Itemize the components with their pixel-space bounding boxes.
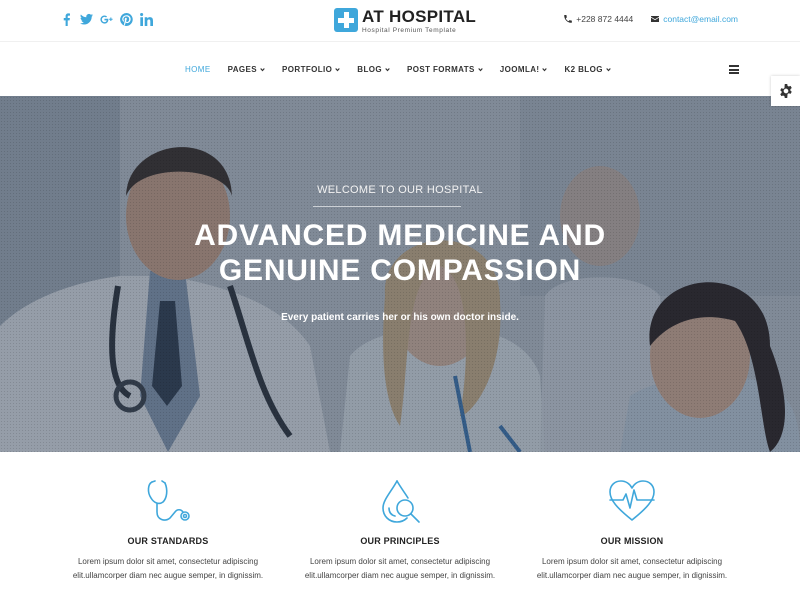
feature-text-line: Lorem ipsum dolor sit amet, consectetur …	[309, 557, 491, 566]
nav-label: POST FORMATS	[407, 65, 475, 74]
social-links	[60, 11, 153, 27]
main-nav: HOME PAGES PORTFOLIO BLOG POST FORMATS J…	[185, 65, 611, 74]
email-item[interactable]: contact@email.com	[651, 14, 738, 24]
feature-text-line: Lorem ipsum dolor sit amet, consectetur …	[77, 557, 259, 566]
nav-label: K2 BLOG	[564, 65, 603, 74]
hamburger-menu-icon[interactable]	[729, 65, 739, 74]
chevron-down-icon	[478, 67, 483, 72]
google-plus-icon[interactable]	[100, 11, 113, 27]
nav-item-pages[interactable]: PAGES	[228, 65, 265, 74]
feature-text-line: elit.ullamcorper diam nec augue semper, …	[72, 571, 264, 580]
hero-subtitle: Every patient carries her or his own doc…	[281, 312, 519, 323]
phone-number: +228 872 4444	[576, 14, 634, 24]
features-section: OUR STANDARDS Lorem ipsum dolor sit amet…	[0, 452, 800, 600]
stethoscope-icon	[143, 478, 193, 526]
feature-text: Lorem ipsum dolor sit amet, consectetur …	[280, 555, 520, 583]
envelope-icon	[651, 16, 660, 22]
nav-label: PAGES	[227, 65, 258, 74]
hero-kicker: WELCOME TO OUR HOSPITAL	[317, 184, 483, 196]
nav-label: JOOMLA!	[499, 65, 540, 74]
feature-principles: OUR PRINCIPLES Lorem ipsum dolor sit ame…	[280, 478, 520, 583]
linkedin-icon[interactable]	[140, 11, 153, 27]
nav-label: PORTFOLIO	[282, 65, 333, 74]
feature-text: Lorem ipsum dolor sit amet, consectetur …	[512, 555, 752, 583]
phone-icon	[564, 15, 573, 23]
chevron-down-icon	[542, 67, 548, 72]
logo-subtitle: Hospital Premium Template	[362, 27, 457, 34]
hero-title: ADVANCED MEDICINE AND GENUINE COMPASSION	[0, 218, 800, 288]
nav-label: BLOG	[357, 65, 383, 74]
hero-banner: WELCOME TO OUR HOSPITAL ADVANCED MEDICIN…	[0, 96, 800, 452]
main-navbar: HOME PAGES PORTFOLIO BLOG POST FORMATS J…	[0, 41, 800, 96]
logo-title: AT HOSPITAL	[362, 7, 477, 26]
contact-info: +228 872 4444 contact@email.com	[564, 14, 738, 24]
hero-title-line2: GENUINE COMPASSION	[218, 254, 582, 287]
chevron-down-icon	[606, 67, 611, 72]
hero-divider	[313, 206, 461, 207]
logo[interactable]: AT HOSPITAL Hospital Premium Template	[334, 8, 476, 34]
feature-mission: OUR MISSION Lorem ipsum dolor sit amet, …	[512, 478, 752, 583]
nav-item-portfolio[interactable]: PORTFOLIO	[282, 65, 341, 74]
nav-label: HOME	[185, 65, 211, 74]
feature-text-line: elit.ullamcorper diam nec augue semper, …	[304, 571, 496, 580]
chevron-down-icon	[385, 67, 390, 72]
feature-text-line: elit.ullamcorper diam nec augue semper, …	[536, 571, 728, 580]
nav-item-post-formats[interactable]: POST FORMATS	[407, 65, 483, 74]
twitter-icon[interactable]	[80, 11, 93, 27]
phone-item: +228 872 4444	[564, 14, 633, 24]
hero-title-line1: ADVANCED MEDICINE AND	[194, 219, 606, 252]
chevron-down-icon	[260, 67, 265, 72]
email-link[interactable]: contact@email.com	[663, 14, 738, 24]
feature-title: OUR PRINCIPLES	[360, 536, 440, 546]
medical-cross-icon	[334, 8, 358, 32]
feature-title: OUR MISSION	[600, 536, 664, 546]
nav-item-home[interactable]: HOME	[185, 65, 211, 74]
feature-standards: OUR STANDARDS Lorem ipsum dolor sit amet…	[48, 478, 288, 583]
facebook-icon[interactable]	[60, 11, 72, 27]
hero-content: WELCOME TO OUR HOSPITAL ADVANCED MEDICIN…	[0, 96, 800, 452]
chevron-down-icon	[335, 67, 341, 72]
top-bar: AT HOSPITAL Hospital Premium Template +2…	[0, 0, 800, 40]
drop-magnifier-icon	[375, 478, 425, 526]
heart-pulse-icon	[607, 478, 657, 526]
pinterest-icon[interactable]	[120, 11, 133, 27]
nav-item-joomla[interactable]: JOOMLA!	[500, 65, 548, 74]
settings-gear-button[interactable]	[771, 76, 800, 106]
gear-icon	[779, 84, 792, 98]
feature-title: OUR STANDARDS	[127, 536, 209, 546]
feature-text: Lorem ipsum dolor sit amet, consectetur …	[48, 555, 288, 583]
nav-item-k2-blog[interactable]: K2 BLOG	[564, 65, 611, 74]
nav-item-blog[interactable]: BLOG	[357, 65, 390, 74]
feature-text-line: Lorem ipsum dolor sit amet, consectetur …	[541, 557, 723, 566]
